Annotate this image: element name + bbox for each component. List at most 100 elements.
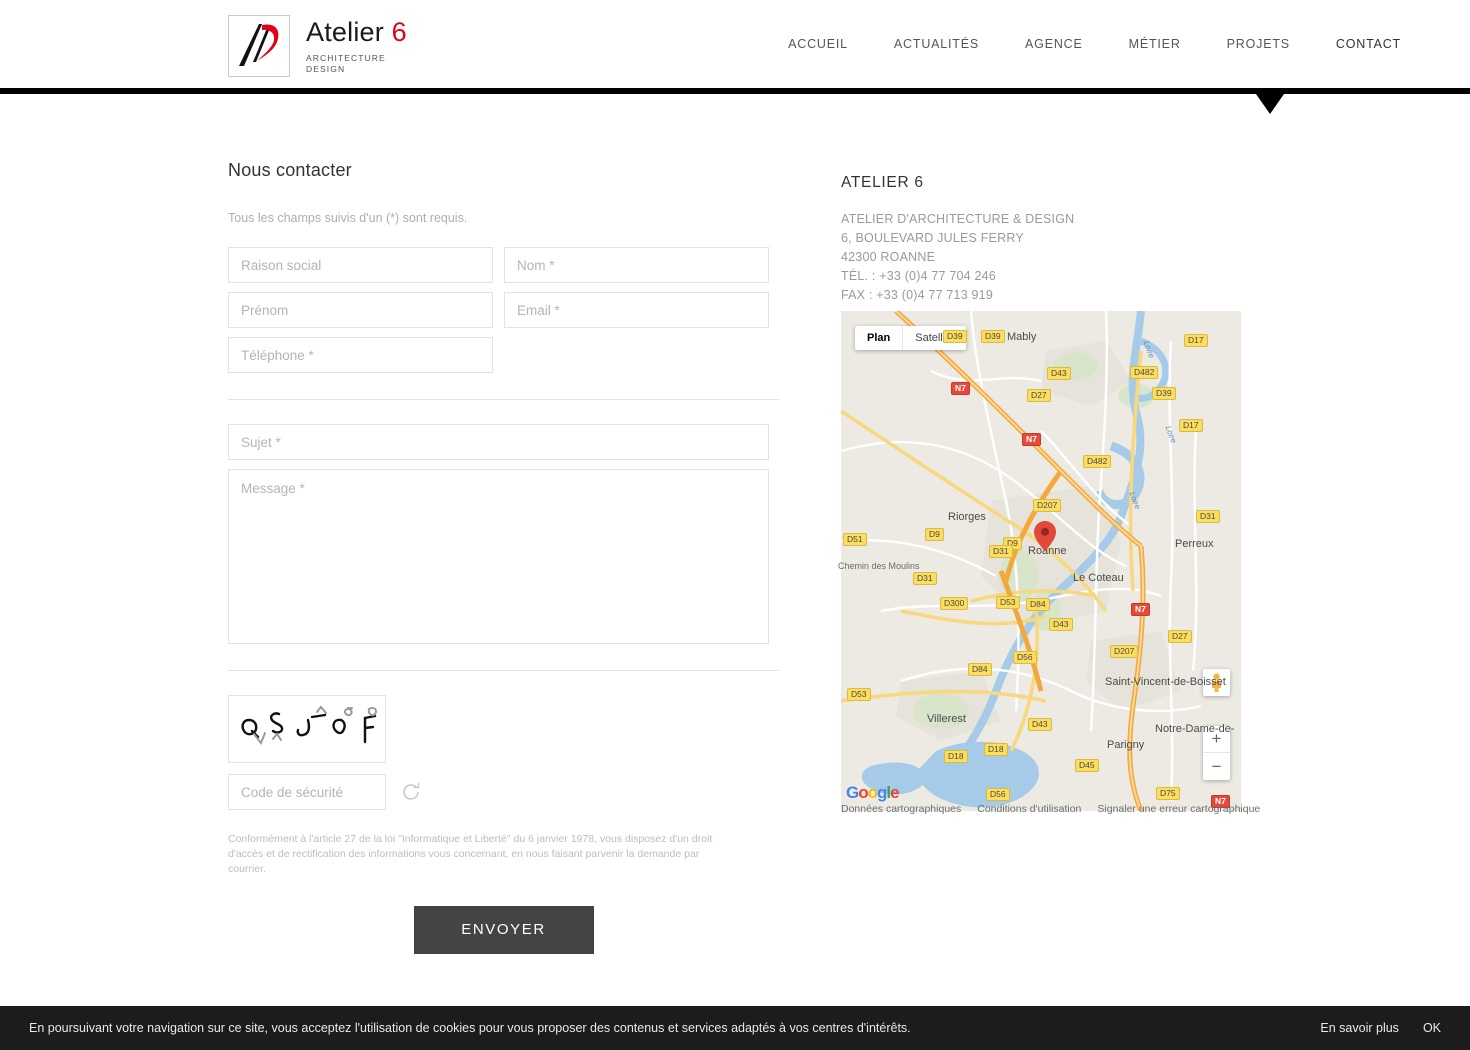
map-road-label: D27 [1027, 389, 1051, 403]
refresh-icon[interactable] [400, 781, 422, 803]
nav-item-contact[interactable]: CONTACT [1336, 35, 1401, 53]
cookie-learn-more-link[interactable]: En savoir plus [1320, 1021, 1399, 1035]
contact-phone: TÉL. : +33 (0)4 77 704 246 [841, 269, 996, 283]
nav-link-accueil[interactable]: ACCUEIL [788, 37, 848, 51]
sujet-placeholder: Sujet * [241, 434, 281, 450]
map-road-label: D75 [1156, 787, 1180, 801]
site-header: Atelier 6 ARCHITECTURE DESIGN ACCUEIL AC… [0, 0, 1470, 88]
map-attr-data[interactable]: Données cartographiques [841, 803, 961, 815]
nav-item-projets[interactable]: PROJETS [1227, 35, 1290, 53]
nav-item-metier[interactable]: MÉTIER [1129, 35, 1181, 53]
logo-subtitle-architecture: ARCHITECTURE [306, 53, 386, 63]
cookie-message: En poursuivant votre navigation sur ce s… [29, 1021, 911, 1035]
map-road-label: D43 [1047, 367, 1071, 381]
map-road-label: D9 [925, 528, 944, 542]
captcha-input-row: Code de sécurité [228, 774, 778, 810]
contact-info-block: ATELIER 6 ATELIER D'ARCHITECTURE & DESIG… [841, 174, 1241, 305]
map-zoom-out-button[interactable]: − [1203, 753, 1230, 780]
prenom-placeholder: Prénom [241, 302, 289, 318]
map-road-label: D84 [968, 663, 992, 677]
map-road-label: D39 [943, 330, 967, 344]
submit-button[interactable]: ENVOYER [413, 905, 594, 954]
google-logo-g1: G [846, 783, 859, 802]
form-divider-bottom [228, 670, 779, 671]
map-attribution: Données cartographiques Conditions d'uti… [841, 803, 1260, 815]
map-road-label: D56 [986, 788, 1010, 802]
code-securite-placeholder: Code de sécurité [241, 784, 344, 800]
cookie-actions: En savoir plus OK [1320, 1021, 1441, 1035]
nom-input[interactable]: Nom * [504, 247, 769, 283]
raison-social-input[interactable]: Raison social [228, 247, 493, 283]
map-road-label: D18 [944, 750, 968, 764]
nav-item-accueil[interactable]: ACCUEIL [788, 35, 848, 53]
contact-form: Nous contacter Tous les champs suivis d'… [228, 160, 779, 954]
map-attr-report[interactable]: Signaler une erreur cartographique [1097, 803, 1260, 815]
submit-row: ENVOYER [228, 905, 779, 954]
map-place-label: Chemin des Moulins [838, 561, 920, 571]
map-road-label: D300 [940, 597, 969, 611]
nav-list: ACCUEIL ACTUALITÉS AGENCE MÉTIER PROJETS… [770, 0, 1470, 88]
required-fields-note: Tous les champs suivis d'un (*) sont req… [228, 211, 468, 225]
google-logo: Google [846, 783, 900, 803]
page-title: Nous contacter [228, 160, 352, 180]
nav-link-metier[interactable]: MÉTIER [1129, 37, 1181, 51]
nav-link-projets[interactable]: PROJETS [1227, 37, 1290, 51]
map-place-label: Villerest [927, 713, 966, 725]
map-place-label: Riorges [948, 511, 986, 523]
header-divider-bar [0, 88, 1470, 94]
map-road-label: D482 [1083, 455, 1112, 469]
sujet-input[interactable]: Sujet * [228, 424, 769, 460]
contact-city: 42300 ROANNE [841, 250, 936, 264]
google-logo-g2: g [877, 783, 887, 802]
code-securite-input[interactable]: Code de sécurité [228, 774, 386, 810]
map-place-label: Perreux [1175, 538, 1214, 550]
map-road-label: D482 [1130, 366, 1159, 380]
google-logo-o2: o [867, 783, 878, 802]
map-road-label: D43 [1049, 618, 1073, 632]
map-road-label: D56 [1013, 651, 1037, 665]
map-road-label: D31 [1196, 510, 1220, 524]
contact-company-name: ATELIER 6 [841, 174, 924, 191]
logo-title-main: Atelier [306, 17, 384, 47]
map-road-label: D27 [1168, 630, 1192, 644]
prenom-input[interactable]: Prénom [228, 292, 493, 328]
nav-item-agence[interactable]: AGENCE [1025, 35, 1083, 53]
location-marker[interactable] [1034, 521, 1056, 551]
map-attr-terms[interactable]: Conditions d'utilisation [977, 803, 1081, 815]
map-place-label: Mably [1007, 331, 1037, 343]
map-road-label: D43 [1028, 718, 1052, 732]
map-road-label: D207 [1110, 645, 1139, 659]
logo-subtitle-design: DESIGN [306, 64, 346, 75]
nav-link-contact[interactable]: CONTACT [1336, 37, 1401, 51]
map-road-label: D53 [847, 688, 871, 702]
main-navigation: ACCUEIL ACTUALITÉS AGENCE MÉTIER PROJETS… [770, 0, 1470, 88]
map-road-label: D207 [1033, 499, 1062, 513]
map-road-label: D51 [843, 533, 867, 547]
map-place-label: Saint-Vincent-de-Boisset [1105, 676, 1226, 688]
nav-item-actualites[interactable]: ACTUALITÉS [894, 35, 979, 53]
map-road-label: N7 [1131, 603, 1150, 617]
logo-wordmark: Atelier 6 ARCHITECTURE DESIGN [306, 15, 407, 76]
email-input[interactable]: Email * [504, 292, 769, 328]
cookie-accept-button[interactable]: OK [1423, 1021, 1441, 1035]
site-logo[interactable]: Atelier 6 ARCHITECTURE DESIGN [228, 15, 407, 77]
message-textarea[interactable]: Message * [228, 469, 769, 644]
cookie-banner: En poursuivant votre navigation sur ce s… [0, 1006, 1470, 1050]
logo-monogram-icon [228, 15, 290, 77]
map-road-label: D39 [981, 330, 1005, 344]
google-logo-e: e [890, 783, 900, 802]
telephone-input[interactable]: Téléphone * [228, 337, 493, 373]
nav-link-agence[interactable]: AGENCE [1025, 37, 1083, 51]
map-place-label: Parigny [1107, 739, 1145, 751]
logo-title: Atelier 6 [306, 19, 407, 46]
map-road-label: D17 [1179, 419, 1203, 433]
map-road-label: D18 [984, 743, 1008, 757]
email-placeholder: Email * [517, 302, 560, 318]
map-road-label: D31 [913, 572, 937, 586]
map-type-plan-button[interactable]: Plan [855, 326, 902, 350]
map-road-label: D31 [989, 545, 1013, 559]
map-road-label: D53 [996, 596, 1020, 610]
nom-placeholder: Nom * [517, 257, 555, 273]
nav-link-actualites[interactable]: ACTUALITÉS [894, 37, 979, 51]
map-place-label: Notre-Dame-de- [1155, 723, 1235, 735]
